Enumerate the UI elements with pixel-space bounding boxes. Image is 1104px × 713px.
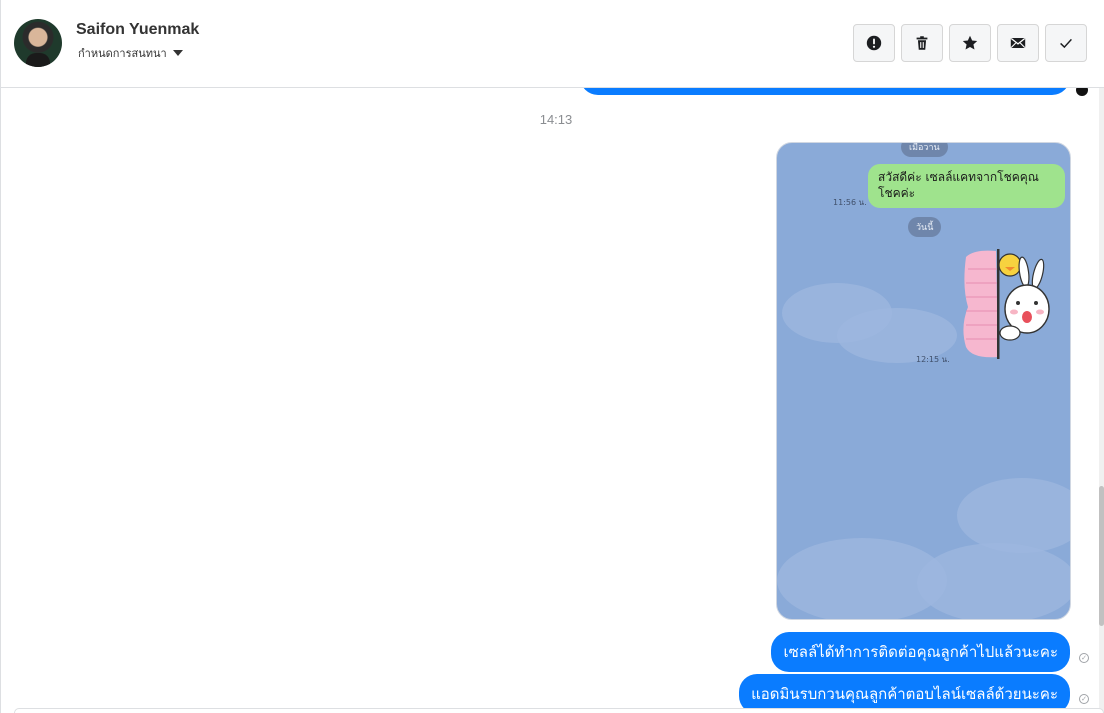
conversation-header: Saifon Yuenmak กำหนดการสนทนา (0, 0, 1104, 88)
conversation-settings-dropdown[interactable]: กำหนดการสนทนา (78, 44, 183, 62)
cloud-decoration (917, 543, 1070, 619)
avatar[interactable] (14, 19, 62, 67)
date-pill: เมื่อวาน (901, 143, 948, 157)
star-button[interactable] (949, 24, 991, 62)
envelope-icon (1010, 38, 1026, 48)
scrollbar-thumb[interactable] (1099, 486, 1104, 626)
sent-check-icon: ✓ (1079, 653, 1089, 663)
cloud-decoration (957, 478, 1070, 553)
sent-check-icon: ✓ (1079, 694, 1089, 704)
caret-down-icon (172, 50, 183, 56)
message-composer[interactable] (14, 708, 1104, 713)
exclamation-circle-icon (866, 35, 882, 51)
trash-icon (916, 36, 928, 50)
image-message[interactable]: เมื่อวาน สวัสดีค่ะ เซลล์แคทจากโชคคุณโชคค… (776, 142, 1071, 620)
read-receipt-avatar (1076, 88, 1088, 96)
check-icon (1060, 38, 1072, 49)
thread-scrollbar[interactable] (1099, 88, 1104, 713)
mark-done-button[interactable] (1045, 24, 1087, 62)
message-timestamp: 14:13 (539, 112, 573, 127)
mark-spam-button[interactable] (853, 24, 895, 62)
conversation-settings-label: กำหนดการสนทนา (78, 48, 167, 60)
bunny-sticker-icon (963, 249, 1050, 359)
mark-unread-button[interactable] (997, 24, 1039, 62)
star-icon (962, 35, 978, 50)
sticker-time: 12:15 น. (916, 355, 950, 364)
screenshot-time: 11:56 น. (833, 198, 867, 207)
screenshot-chat-bubble: สวัสดีค่ะ เซลล์แคทจากโชคคุณโชคค่ะ (868, 164, 1065, 208)
date-pill-today: วันนี้ (908, 217, 942, 237)
previous-message-bubble (580, 88, 1070, 95)
contact-name[interactable]: Saifon Yuenmak (76, 21, 199, 39)
delete-button[interactable] (901, 24, 943, 62)
message-thread[interactable]: 14:13 เมื่อวาน สวัสดีค่ะ เซลล์แคทจากโชคค… (0, 88, 1104, 713)
conversation-toolbar (853, 24, 1087, 62)
message-bubble[interactable]: เซลล์ได้ทำการติดต่อคุณลูกค้าไปแล้วนะคะ (771, 632, 1070, 672)
